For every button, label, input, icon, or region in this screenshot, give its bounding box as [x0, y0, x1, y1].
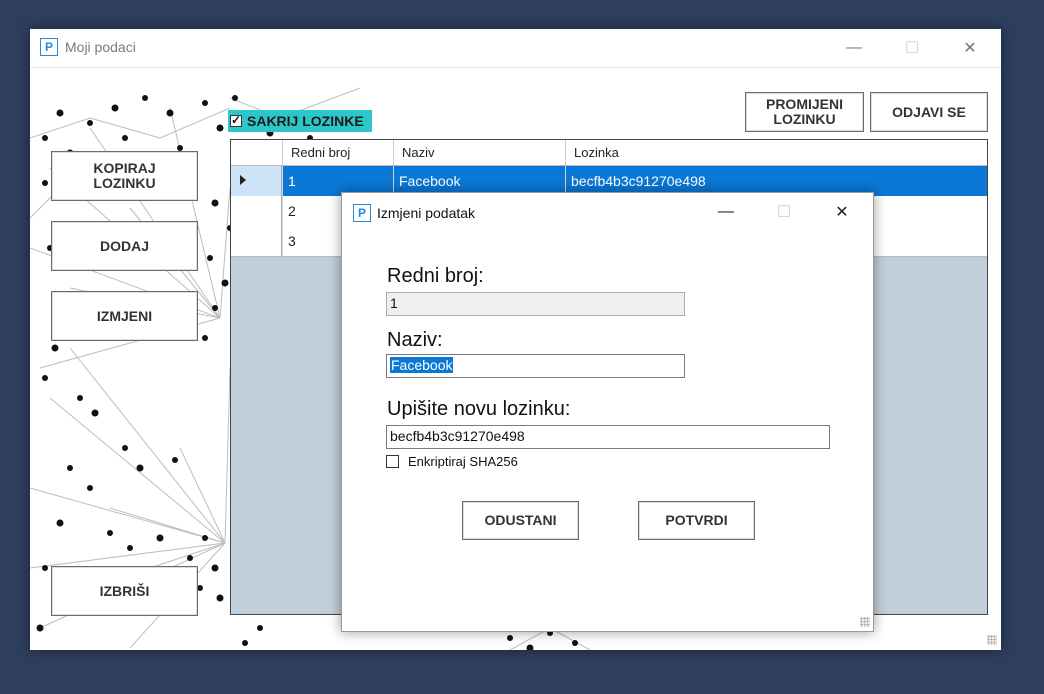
dialog-maximize-button[interactable]: ☐	[764, 197, 804, 227]
copy-password-label: KOPIRAJ LOZINKU	[93, 160, 156, 191]
hide-passwords-label: SAKRIJ LOZINKE	[247, 113, 364, 129]
encrypt-checkbox-box[interactable]	[386, 455, 399, 468]
resize-grip-icon[interactable]	[987, 635, 997, 645]
dialog-title-bar[interactable]: P Izmjeni podatak — ☐ ✕	[342, 193, 873, 231]
change-password-label: PROMIJENI LOZINKU	[765, 96, 843, 127]
dialog-app-icon: P	[353, 204, 371, 222]
column-header-naziv[interactable]: Naziv	[393, 140, 565, 165]
dialog-minimize-button[interactable]: —	[706, 197, 746, 227]
dialog-title: Izmjeni podatak	[377, 205, 476, 221]
naziv-selected-text: Facebook	[390, 357, 454, 373]
row-header[interactable]	[231, 166, 282, 196]
new-password-field[interactable]: becfb4b3c91270e498	[386, 425, 830, 449]
hide-passwords-check-icon[interactable]	[230, 113, 242, 127]
main-title-bar[interactable]: P Moji podaci — ☐ ✕	[30, 29, 1001, 68]
app-icon: P	[40, 38, 58, 56]
dialog-resize-grip-icon[interactable]	[860, 617, 870, 627]
grid-header: Redni broj Naziv Lozinka	[231, 140, 987, 166]
row-header[interactable]	[231, 226, 282, 256]
window-title: Moji podaci	[65, 39, 136, 55]
hide-passwords-checkbox[interactable]: SAKRIJ LOZINKE	[228, 110, 372, 132]
maximize-button[interactable]: ☐	[892, 33, 932, 63]
redni-broj-field[interactable]: 1	[386, 292, 685, 316]
dialog-close-button[interactable]: ✕	[822, 197, 862, 227]
encrypt-sha256-checkbox[interactable]: Enkriptiraj SHA256	[386, 454, 518, 469]
logout-button[interactable]: ODJAVI SE	[870, 92, 988, 132]
row-header[interactable]	[231, 196, 282, 226]
confirm-button[interactable]: POTVRDI	[638, 501, 755, 540]
redni-broj-label: Redni broj:	[387, 265, 484, 287]
naziv-field[interactable]: Facebook	[386, 354, 685, 378]
change-password-button[interactable]: PROMIJENI LOZINKU	[745, 92, 864, 132]
edit-button[interactable]: IZMJENI	[51, 291, 198, 341]
naziv-label: Naziv:	[387, 329, 443, 351]
minimize-button[interactable]: —	[834, 33, 874, 63]
current-row-arrow-icon	[240, 175, 246, 185]
column-header-lozinka[interactable]: Lozinka	[565, 140, 987, 165]
new-password-label: Upišite novu lozinku:	[387, 398, 571, 420]
cancel-button[interactable]: ODUSTANI	[462, 501, 579, 540]
encrypt-label: Enkriptiraj SHA256	[408, 454, 518, 469]
delete-button[interactable]: IZBRIŠI	[51, 566, 198, 616]
add-button[interactable]: DODAJ	[51, 221, 198, 271]
close-button[interactable]: ✕	[950, 33, 990, 63]
edit-dialog: P Izmjeni podatak — ☐ ✕ Redni broj: 1 Na…	[341, 192, 874, 632]
column-header-redni-broj[interactable]: Redni broj	[282, 140, 393, 165]
copy-password-button[interactable]: KOPIRAJ LOZINKU	[51, 151, 198, 201]
